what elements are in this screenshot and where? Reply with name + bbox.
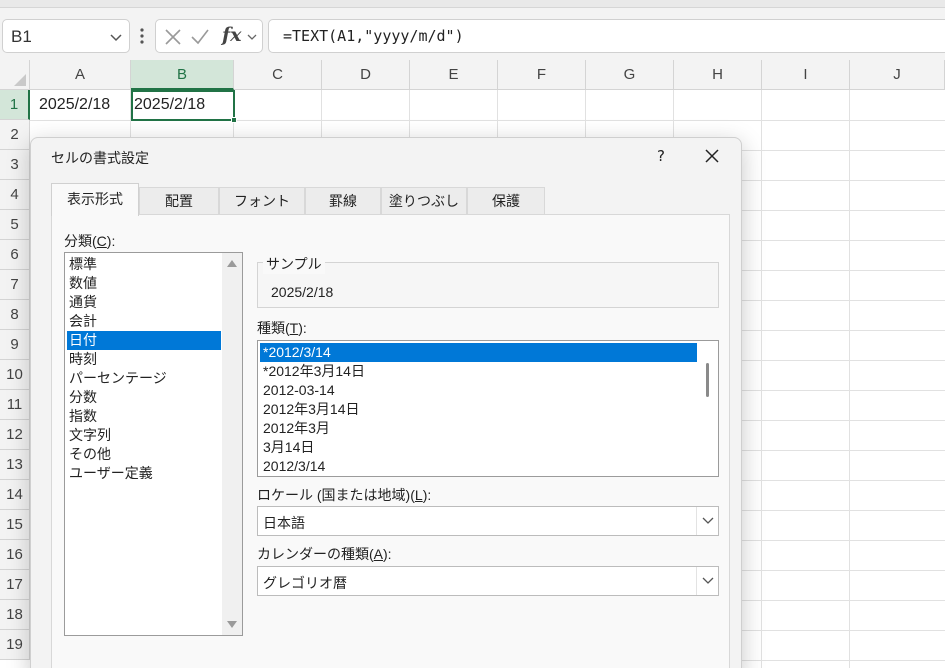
column-header-i[interactable]: I	[762, 60, 850, 90]
type-item[interactable]: 3月14日	[260, 438, 697, 457]
name-box-value: B1	[11, 27, 32, 46]
category-list[interactable]: 標準 数値 通貨 会計 日付 時刻 パーセンテージ 分数 指数 文字列 その他 …	[64, 252, 243, 636]
category-item[interactable]: 通貨	[67, 293, 221, 312]
active-cell-border	[131, 90, 237, 123]
row-header-5[interactable]: 5	[0, 210, 30, 240]
row-header-3[interactable]: 3	[0, 150, 30, 180]
cell-a1[interactable]: 2025/2/18	[31, 90, 130, 120]
type-item[interactable]: *2012年3月14日	[260, 362, 697, 381]
scrollbar-thumb[interactable]	[706, 363, 709, 397]
chevron-down-icon	[702, 517, 714, 524]
ribbon-edge	[0, 0, 945, 8]
category-item[interactable]: 数値	[67, 274, 221, 293]
row-header-2[interactable]: 2	[0, 120, 30, 150]
chevron-down-icon	[702, 577, 714, 584]
sample-value: 2025/2/18	[271, 284, 334, 300]
category-item-selected[interactable]: 日付	[67, 331, 221, 350]
type-item[interactable]: 2012年3月14日	[260, 400, 697, 419]
row-header-18[interactable]: 18	[0, 600, 30, 630]
calendar-dropdown-button[interactable]	[696, 567, 718, 595]
more-vertical-icon[interactable]	[137, 27, 147, 45]
column-header-d[interactable]: D	[322, 60, 410, 90]
enter-check-icon[interactable]	[190, 28, 210, 46]
column-header-j[interactable]: J	[850, 60, 945, 90]
category-item[interactable]: 分数	[67, 388, 221, 407]
scroll-down-icon[interactable]	[227, 621, 237, 628]
column-header-g[interactable]: G	[586, 60, 674, 90]
calendar-value: グレゴリオ暦	[263, 575, 347, 591]
column-header-a[interactable]: A	[30, 60, 131, 90]
type-scrollbar[interactable]	[698, 341, 718, 476]
tab-fill[interactable]: 塗りつぶし	[381, 187, 467, 215]
insert-function-icon[interactable]: fx	[222, 24, 242, 46]
category-item[interactable]: ユーザー定義	[67, 464, 221, 483]
formula-text: =TEXT(A1,"yyyy/m/d")	[283, 27, 464, 45]
dialog-title: セルの書式設定	[51, 150, 149, 166]
row-header-10[interactable]: 10	[0, 360, 30, 390]
row-header-16[interactable]: 16	[0, 540, 30, 570]
row-header-1[interactable]: 1	[0, 90, 30, 120]
type-label: 種類(T):	[257, 320, 307, 336]
row-header-19[interactable]: 19	[0, 630, 30, 660]
row-header-12[interactable]: 12	[0, 420, 30, 450]
calendar-select[interactable]: グレゴリオ暦	[257, 566, 719, 596]
tab-number-format[interactable]: 表示形式	[51, 183, 139, 216]
close-icon[interactable]	[701, 145, 723, 167]
locale-label: ロケール (国または地域)(L):	[257, 487, 432, 503]
category-item[interactable]: 指数	[67, 407, 221, 426]
tab-border[interactable]: 罫線	[305, 187, 381, 215]
category-scrollbar[interactable]	[222, 253, 242, 635]
category-item[interactable]: 標準	[67, 255, 221, 274]
calendar-label: カレンダーの種類(A):	[257, 546, 392, 562]
scroll-up-icon[interactable]	[227, 260, 237, 267]
type-item[interactable]: 2012年3月	[260, 419, 697, 438]
help-button[interactable]: ?	[649, 144, 673, 168]
row-header-14[interactable]: 14	[0, 480, 30, 510]
column-header-h[interactable]: H	[674, 60, 762, 90]
type-item-selected[interactable]: *2012/3/14	[260, 343, 697, 362]
name-box[interactable]: B1	[2, 19, 130, 53]
row-header-15[interactable]: 15	[0, 510, 30, 540]
chevron-down-icon[interactable]	[246, 31, 258, 43]
tab-font[interactable]: フォント	[219, 187, 305, 215]
type-list[interactable]: *2012/3/14 *2012年3月14日 2012-03-14 2012年3…	[257, 340, 719, 477]
column-header-b[interactable]: B	[131, 60, 234, 90]
gridline	[849, 90, 850, 668]
category-item[interactable]: 文字列	[67, 426, 221, 445]
cancel-icon[interactable]	[164, 28, 182, 46]
formula-buttons: fx	[155, 19, 263, 53]
type-item[interactable]: 2012-03-14	[260, 381, 697, 400]
fill-handle[interactable]	[231, 117, 237, 123]
row-header-6[interactable]: 6	[0, 240, 30, 270]
row-header-9[interactable]: 9	[0, 330, 30, 360]
column-header-e[interactable]: E	[410, 60, 498, 90]
sample-label: サンプル	[263, 254, 325, 274]
row-header-7[interactable]: 7	[0, 270, 30, 300]
category-label: 分類(C):	[64, 233, 116, 249]
type-item[interactable]: 2012/3/14	[260, 457, 697, 476]
format-cells-dialog: セルの書式設定 ? 表示形式 配置 フォント 罫線 塗りつぶし 保護 分類(C)…	[30, 137, 742, 668]
category-item[interactable]: その他	[67, 445, 221, 464]
category-item[interactable]: 会計	[67, 312, 221, 331]
locale-value: 日本語	[263, 515, 305, 531]
gridline	[761, 90, 762, 668]
locale-dropdown-button[interactable]	[696, 507, 718, 535]
category-item[interactable]: パーセンテージ	[67, 369, 221, 388]
column-header-c[interactable]: C	[234, 60, 322, 90]
row-header-17[interactable]: 17	[0, 570, 30, 600]
chevron-down-icon[interactable]	[109, 30, 123, 44]
tab-alignment[interactable]: 配置	[139, 187, 219, 215]
row-header-11[interactable]: 11	[0, 390, 30, 420]
row-header-8[interactable]: 8	[0, 300, 30, 330]
locale-select[interactable]: 日本語	[257, 506, 719, 536]
category-item[interactable]: 時刻	[67, 350, 221, 369]
formula-input[interactable]: =TEXT(A1,"yyyy/m/d")	[268, 19, 945, 53]
tab-protection[interactable]: 保護	[467, 187, 545, 215]
row-header-13[interactable]: 13	[0, 450, 30, 480]
row-header-4[interactable]: 4	[0, 180, 30, 210]
column-header-f[interactable]: F	[498, 60, 586, 90]
select-all-button[interactable]	[0, 60, 30, 90]
formula-bar: B1 fx =TEXT(A1,"yyyy/m/d")	[0, 8, 945, 60]
